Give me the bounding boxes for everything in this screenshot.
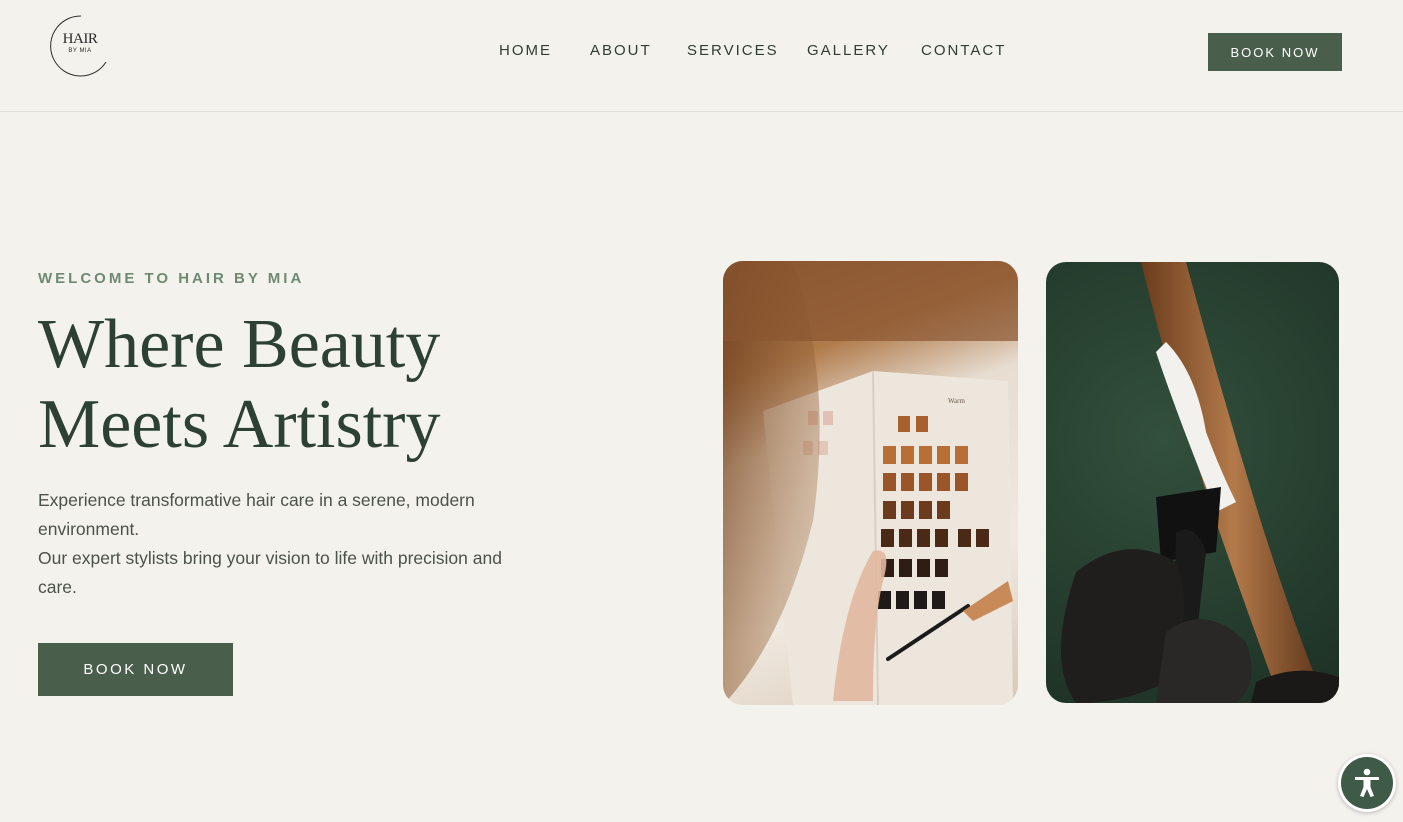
main-nav: HOME ABOUT SERVICES GALLERY CONTACT [0,42,1403,62]
nav-services[interactable]: SERVICES [687,42,779,59]
color-swatch-illustration: Warm [723,261,1018,705]
hero-headline-line1: Where Beauty [38,306,441,383]
hero-book-now-button[interactable]: BOOK NOW [38,643,233,696]
hero-description-line1: Experience transformative hair care in a… [38,490,475,539]
hair-color-chart-image: Warm [723,261,1018,705]
site-header: HAIR BY MIA HOME ABOUT SERVICES GALLERY … [0,0,1403,112]
hero-eyebrow: WELCOME TO HAIR BY MIA [38,270,305,287]
hero-headline: Where Beauty Meets Artistry [38,305,598,465]
hero-description: Experience transformative hair care in a… [38,486,538,602]
hair-strand-illustration [1061,262,1339,703]
accessibility-widget-button[interactable] [1338,754,1396,812]
nav-home[interactable]: HOME [499,42,552,59]
nav-contact[interactable]: CONTACT [921,42,1006,59]
hero-description-line2: Our expert stylists bring your vision to… [38,548,502,597]
hero-headline-line2: Meets Artistry [38,386,441,463]
header-book-now-button[interactable]: BOOK NOW [1208,33,1342,71]
accessibility-icon [1341,757,1393,809]
nav-about[interactable]: ABOUT [590,42,652,59]
svg-text:Warm: Warm [948,397,965,405]
nav-gallery[interactable]: GALLERY [807,42,890,59]
hair-coloring-image [1046,262,1339,703]
